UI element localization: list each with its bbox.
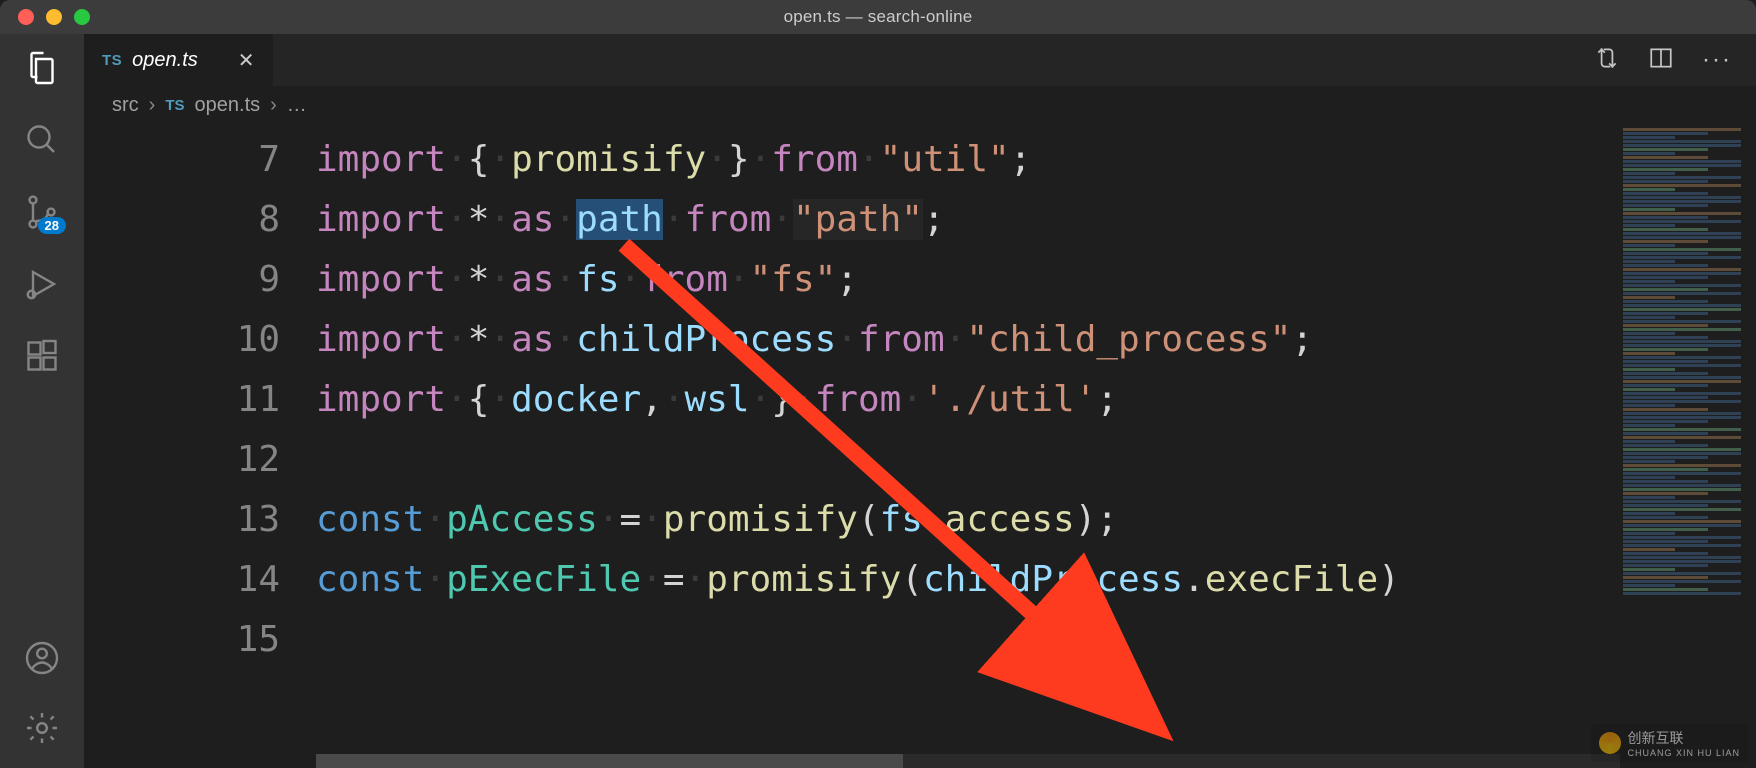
line-number: 13 bbox=[84, 490, 280, 550]
chevron-right-icon: › bbox=[149, 94, 156, 117]
line-number: 10 bbox=[84, 310, 280, 370]
line-number: 9 bbox=[84, 250, 280, 310]
code-line[interactable]: import·*·as·fs·from·"fs"; bbox=[316, 250, 1620, 310]
source-control-badge: 28 bbox=[38, 217, 66, 234]
close-window-button[interactable] bbox=[18, 9, 34, 25]
tab-strip: TS open.ts ✕ ··· bbox=[84, 34, 1756, 86]
horizontal-scrollbar[interactable] bbox=[316, 754, 1620, 768]
tab-filename: open.ts bbox=[132, 49, 198, 72]
image-watermark: 创新互联 CHUANG XIN HU LIAN bbox=[1591, 724, 1748, 762]
code-content[interactable]: import·{·promisify·}·from·"util";import·… bbox=[316, 124, 1620, 768]
compare-changes-icon[interactable] bbox=[1594, 45, 1620, 75]
code-line[interactable]: import·*·as·path·from·"path"; bbox=[316, 190, 1620, 250]
line-number: 8 bbox=[84, 190, 280, 250]
scrollbar-thumb[interactable] bbox=[316, 754, 903, 768]
activity-bar: 28 bbox=[0, 34, 84, 768]
settings-gear-icon[interactable] bbox=[22, 708, 62, 748]
explorer-icon[interactable] bbox=[22, 48, 62, 88]
minimap[interactable] bbox=[1620, 124, 1756, 768]
typescript-file-icon: TS bbox=[102, 52, 122, 69]
split-editor-icon[interactable] bbox=[1648, 45, 1674, 75]
code-line[interactable]: const·pAccess·=·promisify(fs.access); bbox=[316, 490, 1620, 550]
window-controls bbox=[0, 9, 90, 25]
accounts-icon[interactable] bbox=[22, 638, 62, 678]
breadcrumb-folder[interactable]: src bbox=[112, 94, 139, 117]
line-number-gutter: 789101112131415 bbox=[84, 124, 316, 768]
breadcrumb-more[interactable]: … bbox=[287, 94, 307, 117]
window-title: open.ts — search-online bbox=[784, 7, 973, 27]
watermark-brand: 创新互联 bbox=[1627, 728, 1740, 748]
code-line[interactable]: import·{·promisify·}·from·"util"; bbox=[316, 130, 1620, 190]
line-number: 12 bbox=[84, 430, 280, 490]
code-line[interactable]: import·*·as·childProcess·from·"child_pro… bbox=[316, 310, 1620, 370]
editor-group: TS open.ts ✕ ··· src › TS open.ts › … bbox=[84, 34, 1756, 768]
line-number: 15 bbox=[84, 610, 280, 670]
source-control-icon[interactable]: 28 bbox=[22, 192, 62, 232]
code-line[interactable]: import·{·docker,·wsl·}·from·'./util'; bbox=[316, 370, 1620, 430]
tab-open-ts[interactable]: TS open.ts ✕ bbox=[84, 34, 273, 86]
code-line[interactable] bbox=[316, 610, 1620, 670]
code-line[interactable] bbox=[316, 430, 1620, 490]
run-debug-icon[interactable] bbox=[22, 264, 62, 304]
close-tab-icon[interactable]: ✕ bbox=[238, 48, 255, 73]
typescript-file-icon: TS bbox=[165, 97, 184, 114]
chevron-right-icon: › bbox=[270, 94, 277, 117]
watermark-logo-icon bbox=[1599, 732, 1621, 754]
breadcrumb[interactable]: src › TS open.ts › … bbox=[84, 86, 1756, 124]
line-number: 11 bbox=[84, 370, 280, 430]
line-number: 7 bbox=[84, 130, 280, 190]
breadcrumb-file[interactable]: open.ts bbox=[195, 94, 261, 117]
minimize-window-button[interactable] bbox=[46, 9, 62, 25]
maximize-window-button[interactable] bbox=[74, 9, 90, 25]
extensions-icon[interactable] bbox=[22, 336, 62, 376]
title-bar: open.ts — search-online bbox=[0, 0, 1756, 34]
code-editor[interactable]: 789101112131415 import·{·promisify·}·fro… bbox=[84, 124, 1756, 768]
line-number: 14 bbox=[84, 550, 280, 610]
watermark-sub: CHUANG XIN HU LIAN bbox=[1627, 748, 1740, 758]
code-line[interactable]: const·pExecFile·=·promisify(childProcess… bbox=[316, 550, 1620, 610]
more-actions-icon[interactable]: ··· bbox=[1702, 46, 1732, 74]
search-icon[interactable] bbox=[22, 120, 62, 160]
